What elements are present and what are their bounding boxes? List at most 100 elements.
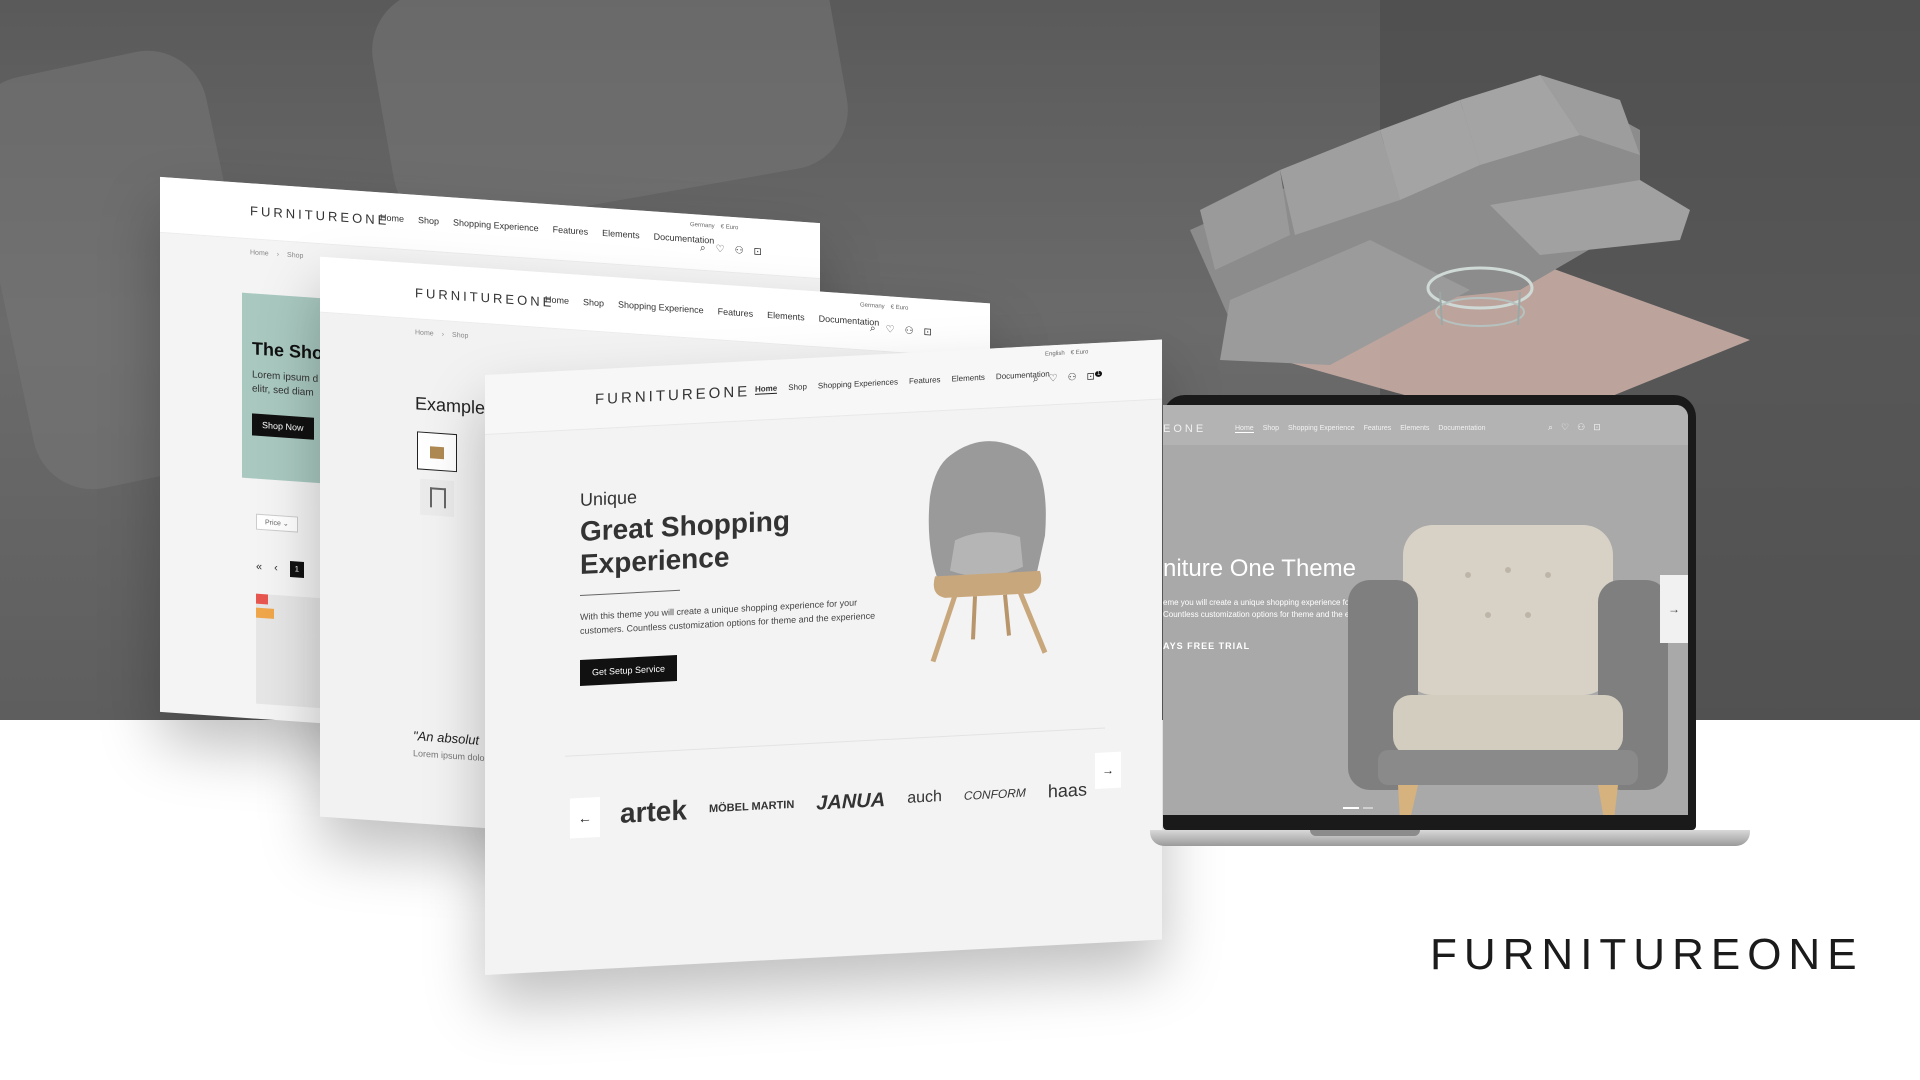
header-icons: ⌕ ♡ ⚇ ⊡ 1 xyxy=(1033,370,1103,386)
free-trial-link[interactable]: AYS FREE TRIAL xyxy=(1163,641,1250,651)
nav-elements[interactable]: Elements xyxy=(602,228,640,241)
brand-logo-mobel-martin[interactable]: MÖBEL MARTIN xyxy=(709,799,794,815)
slider-dot[interactable] xyxy=(1363,807,1373,809)
nav-elements[interactable]: Elements xyxy=(767,310,805,323)
logo[interactable]: FURNITUREONE xyxy=(250,203,389,228)
prev-page-button[interactable]: ‹ xyxy=(274,562,278,574)
new-badge xyxy=(256,607,274,619)
heart-icon[interactable]: ♡ xyxy=(886,324,895,336)
brand-logo-haas[interactable]: haas xyxy=(1048,779,1087,802)
search-icon[interactable]: ⌕ xyxy=(870,323,876,334)
currency-select[interactable]: € Euro xyxy=(721,224,739,231)
breadcrumb: Home › Shop xyxy=(415,329,469,340)
nav-shop[interactable]: Shop xyxy=(583,297,604,308)
laptop-logo[interactable]: EONE xyxy=(1163,423,1206,435)
locale-selector[interactable]: English € Euro xyxy=(1045,349,1088,357)
nav-home[interactable]: Home xyxy=(380,212,404,224)
laptop-screen: EONE Home Shop Shopping Experience Featu… xyxy=(1163,405,1688,815)
testimonial-text: Lorem ipsum dolo xyxy=(413,748,485,764)
hero-next-button[interactable]: → xyxy=(1660,575,1688,643)
heart-icon[interactable]: ♡ xyxy=(1561,422,1569,433)
shop-now-button[interactable]: Shop Now xyxy=(252,413,314,440)
laptop-base xyxy=(1150,830,1750,846)
brand-wordmark: FURNITUREONE xyxy=(1430,930,1864,979)
nav-features[interactable]: Features xyxy=(718,306,754,318)
brand-logo-janua[interactable]: JANUA xyxy=(816,789,885,816)
product-title: Example xyxy=(415,393,486,419)
nav-shop[interactable]: Shop xyxy=(1263,425,1279,433)
cart-icon[interactable]: ⊡ xyxy=(924,327,932,339)
user-icon[interactable]: ⚇ xyxy=(905,325,914,337)
brand-logo-artek[interactable]: artek xyxy=(620,794,687,830)
nav-shopping-experience[interactable]: Shopping Experience xyxy=(453,217,539,233)
armchair-image xyxy=(928,441,1048,663)
breadcrumb-home[interactable]: Home xyxy=(415,329,434,337)
nav-shop[interactable]: Shop xyxy=(418,215,439,226)
hero-description: With this theme you will create a unique… xyxy=(580,597,876,637)
laptop-header-icons: ⌕ ♡ ⚇ ⊡ xyxy=(1548,422,1601,433)
page-1-button[interactable]: 1 xyxy=(289,561,304,578)
nav-features[interactable]: Features xyxy=(553,224,589,236)
price-filter-select[interactable]: Price ⌄ xyxy=(256,513,298,533)
breadcrumb-shop[interactable]: Shop xyxy=(287,252,303,260)
nav-elements[interactable]: Elements xyxy=(1400,425,1429,433)
nav-elements[interactable]: Elements xyxy=(952,373,985,385)
nav-home[interactable]: Home xyxy=(1235,425,1254,433)
first-page-button[interactable]: « xyxy=(256,561,262,573)
hero-text: Lorem ipsum d elitr, sed diam xyxy=(252,369,319,399)
brand-logos: artek MÖBEL MARTIN JANUA auch CONFORM ha… xyxy=(620,773,1087,829)
slider-dot-active[interactable] xyxy=(1343,807,1359,809)
get-setup-service-button[interactable]: Get Setup Service xyxy=(580,654,678,687)
brands-prev-button[interactable]: ← xyxy=(570,796,600,839)
search-icon[interactable]: ⌕ xyxy=(700,243,706,254)
nav-shop[interactable]: Shop xyxy=(788,382,807,393)
cart-icon[interactable]: ⊡ xyxy=(754,246,762,258)
nav-documentation[interactable]: Documentation xyxy=(1438,425,1485,433)
heart-icon[interactable]: ♡ xyxy=(1049,373,1058,385)
brand-logo-conform[interactable]: CONFORM xyxy=(964,786,1026,803)
nav-home[interactable]: Home xyxy=(545,294,569,306)
user-icon[interactable]: ⚇ xyxy=(1577,422,1585,433)
section-divider xyxy=(565,727,1105,757)
language-select[interactable]: English xyxy=(1045,351,1065,358)
testimonial-quote: "An absolut xyxy=(413,728,480,748)
cart-icon[interactable]: ⊡ xyxy=(1593,422,1601,433)
laptop-armchair-image xyxy=(1348,525,1668,815)
locale-selector[interactable]: Germany € Euro xyxy=(690,222,738,231)
locale-selector[interactable]: Germany € Euro xyxy=(860,302,908,311)
nav-shopping-experience[interactable]: Shopping Experience xyxy=(1288,425,1355,433)
user-icon[interactable]: ⚇ xyxy=(1068,372,1077,384)
nav-shopping-experience[interactable]: Shopping Experience xyxy=(618,299,704,315)
laptop-hero-title: niture One Theme xyxy=(1163,555,1356,582)
cart-icon[interactable]: ⊡ 1 xyxy=(1087,370,1103,383)
nav-home[interactable]: Home xyxy=(755,383,778,395)
brands-next-button[interactable]: → xyxy=(1095,751,1121,790)
search-icon[interactable]: ⌕ xyxy=(1033,374,1039,386)
product-thumbnail[interactable] xyxy=(420,478,454,517)
nav-shopping-experiences[interactable]: Shopping Experiences xyxy=(818,377,898,391)
hero-kicker: Unique xyxy=(580,487,638,511)
search-icon[interactable]: ⌕ xyxy=(1548,422,1553,433)
country-select[interactable]: Germany xyxy=(860,302,885,310)
currency-select[interactable]: € Euro xyxy=(891,304,909,311)
user-icon[interactable]: ⚇ xyxy=(735,245,744,257)
nav-features[interactable]: Features xyxy=(1364,425,1392,433)
product-card[interactable] xyxy=(256,593,326,709)
website-screen-front: FURNITUREONE Home Shop Shopping Experien… xyxy=(485,339,1162,976)
logo[interactable]: FURNITUREONE xyxy=(595,383,750,408)
heart-icon[interactable]: ♡ xyxy=(716,244,725,256)
breadcrumb-home[interactable]: Home xyxy=(250,249,269,257)
logo[interactable]: FURNITUREONE xyxy=(415,285,554,310)
country-select[interactable]: Germany xyxy=(690,222,715,230)
product-thumbnail-selected[interactable] xyxy=(417,431,457,473)
main-nav: Home Shop Shopping Experience Features E… xyxy=(380,212,714,245)
breadcrumb-shop[interactable]: Shop xyxy=(452,332,468,340)
cart-count-badge: 1 xyxy=(1094,370,1103,378)
main-nav: Home Shop Shopping Experience Features E… xyxy=(545,294,879,327)
brand-logo-auch[interactable]: auch xyxy=(907,788,942,808)
price-filter-label: Price xyxy=(265,519,281,528)
breadcrumb: Home › Shop xyxy=(250,249,304,260)
nav-features[interactable]: Features xyxy=(909,375,941,387)
currency-select[interactable]: € Euro xyxy=(1071,349,1089,356)
sale-badge xyxy=(256,593,268,605)
